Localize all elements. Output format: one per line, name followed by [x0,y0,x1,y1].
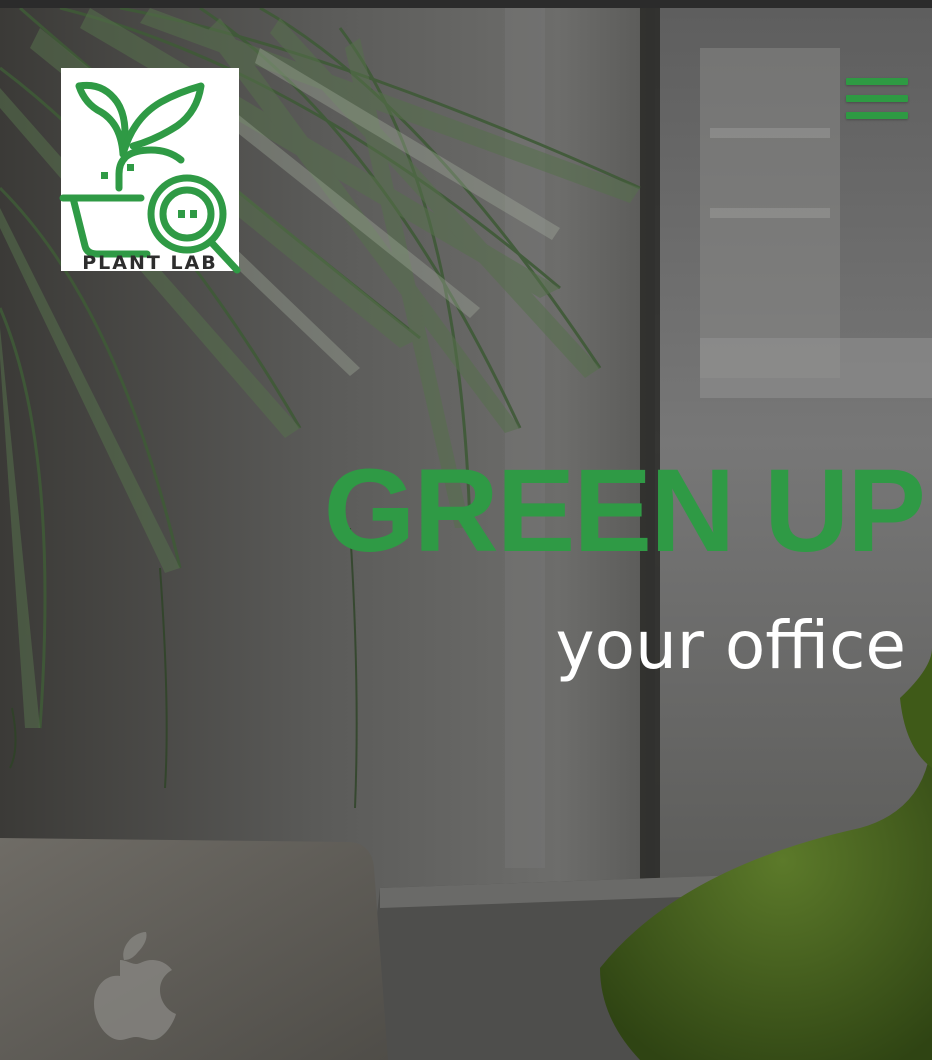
plant-magnifier-icon [59,81,241,274]
hero-headline: GREEN UP [323,445,926,577]
plant-lab-logo[interactable]: PLANT LAB [59,68,241,274]
menu-bar [846,112,908,119]
hamburger-menu-icon[interactable] [846,78,908,120]
logo-text: PLANT LAB [82,252,218,274]
hero-subheadline: your office [555,607,906,684]
top-bar [0,0,932,8]
menu-bar [846,78,908,85]
menu-bar [846,95,908,102]
hero-section: PLANT LAB GREEN UP your office [0,8,932,1060]
